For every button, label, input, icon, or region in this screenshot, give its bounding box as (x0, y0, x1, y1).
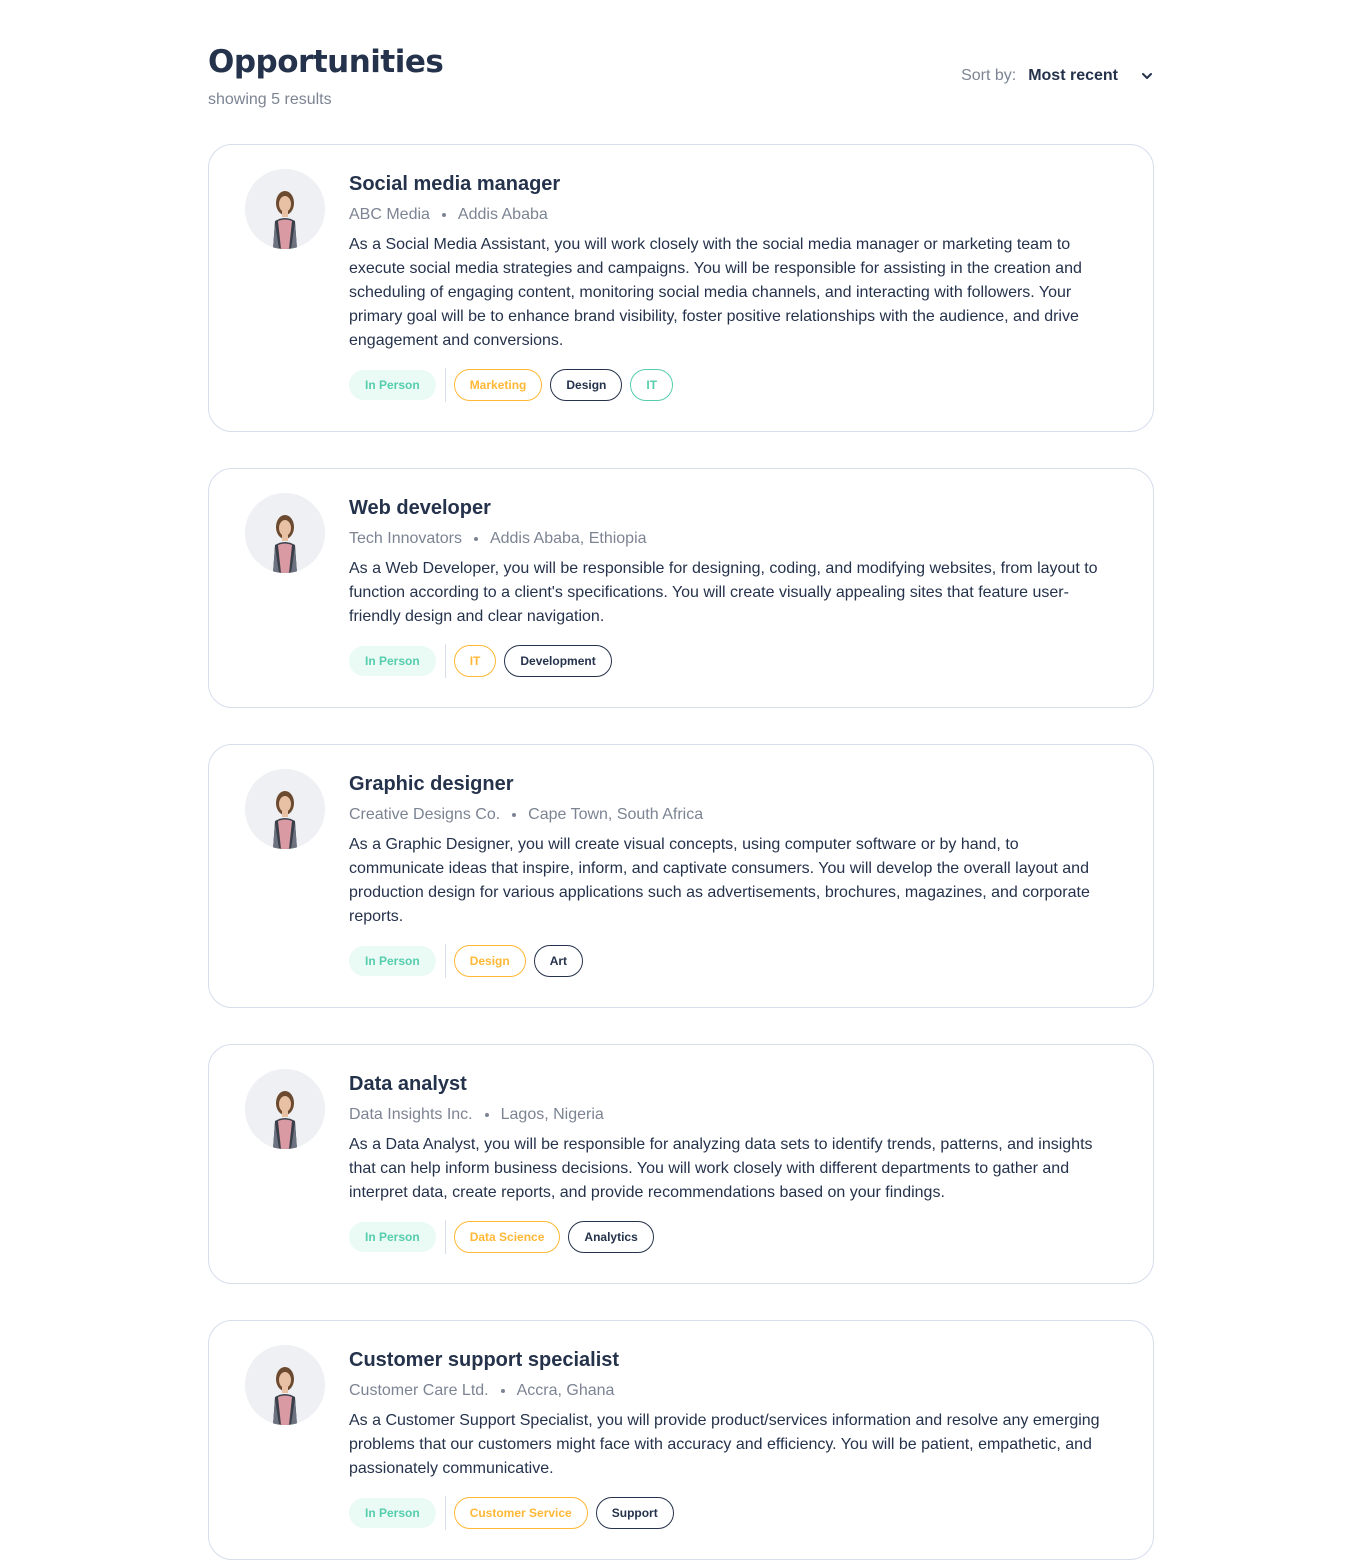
job-location: Lagos, Nigeria (500, 1106, 604, 1123)
sort-label: Sort by: (961, 67, 1017, 84)
work-type-badge: In Person (349, 370, 436, 400)
opportunities-page: Opportunities showing 5 results Sort by:… (208, 0, 1154, 1560)
job-card[interactable]: Customer support specialist Customer Car… (208, 1320, 1154, 1560)
separator-dot (512, 813, 517, 817)
company-name: Customer Care Ltd. (349, 1382, 489, 1399)
company-avatar (245, 1345, 325, 1425)
job-title: Graphic designer (349, 773, 514, 795)
job-tags: In Person Data Science Analytics (349, 1220, 1109, 1254)
job-title: Web developer (349, 497, 491, 519)
category-tag: Data Science (453, 1221, 561, 1253)
company-name: Data Insights Inc. (349, 1106, 473, 1123)
tag-divider (444, 368, 446, 402)
category-tag: IT (453, 645, 497, 677)
job-description: As a Customer Support Specialist, you wi… (349, 1412, 1100, 1477)
category-tag: Marketing (453, 369, 543, 401)
company-avatar (245, 493, 325, 573)
work-type-badge: In Person (349, 1498, 436, 1528)
job-location: Accra, Ghana (516, 1382, 615, 1399)
category-tag: IT (630, 369, 674, 401)
job-description: As a Graphic Designer, you will create v… (349, 836, 1090, 925)
company-avatar (245, 769, 325, 849)
separator-dot (500, 1389, 505, 1393)
job-description: As a Social Media Assistant, you will wo… (349, 236, 1082, 349)
category-tag: Support (595, 1497, 674, 1529)
job-card[interactable]: Social media manager ABC Media Addis Aba… (208, 144, 1154, 432)
category-tag: Design (453, 945, 526, 977)
page-title: Opportunities (208, 44, 444, 80)
category-tag: Development (504, 645, 612, 677)
tag-divider (444, 1496, 446, 1530)
category-tag: Design (550, 369, 623, 401)
job-meta: Data Insights Inc. Lagos, Nigeria (349, 1103, 1109, 1127)
job-description: As a Web Developer, you will be responsi… (349, 560, 1098, 625)
job-meta: ABC Media Addis Ababa (349, 203, 1109, 227)
job-tags: In Person Customer Service Support (349, 1496, 1109, 1530)
chevron-down-icon (1140, 69, 1154, 83)
job-card[interactable]: Graphic designer Creative Designs Co. Ca… (208, 744, 1154, 1008)
sort-dropdown[interactable]: Most recent (1028, 67, 1154, 85)
job-title: Data analyst (349, 1073, 467, 1095)
sort-value: Most recent (1028, 67, 1118, 84)
results-count: showing 5 results (208, 91, 332, 108)
job-meta: Tech Innovators Addis Ababa, Ethiopia (349, 527, 1109, 551)
company-avatar (245, 169, 325, 249)
category-tag: Analytics (568, 1221, 654, 1253)
job-title: Social media manager (349, 173, 561, 195)
job-meta: Creative Designs Co. Cape Town, South Af… (349, 803, 1109, 827)
tag-divider (444, 944, 446, 978)
tag-divider (444, 1220, 446, 1254)
category-tag: Customer Service (453, 1497, 588, 1529)
separator-dot (484, 1113, 489, 1117)
company-name: Creative Designs Co. (349, 806, 501, 823)
company-name: Tech Innovators (349, 530, 462, 547)
job-card[interactable]: Data analyst Data Insights Inc. Lagos, N… (208, 1044, 1154, 1284)
job-tags: In Person Design Art (349, 944, 1109, 978)
job-title: Customer support specialist (349, 1349, 620, 1371)
company-avatar (245, 1069, 325, 1149)
separator-dot (441, 213, 446, 217)
separator-dot (473, 537, 478, 541)
job-location: Cape Town, South Africa (528, 806, 704, 823)
work-type-badge: In Person (349, 1222, 436, 1252)
job-location: Addis Ababa, Ethiopia (489, 530, 647, 547)
category-tag: Art (533, 945, 584, 977)
work-type-badge: In Person (349, 646, 436, 676)
job-meta: Customer Care Ltd. Accra, Ghana (349, 1379, 1109, 1403)
job-description: As a Data Analyst, you will be responsib… (349, 1136, 1093, 1201)
job-tags: In Person Marketing Design IT (349, 368, 1109, 402)
job-tags: In Person IT Development (349, 644, 1109, 678)
work-type-badge: In Person (349, 946, 436, 976)
job-card[interactable]: Web developer Tech Innovators Addis Abab… (208, 468, 1154, 708)
tag-divider (444, 644, 446, 678)
sort-control: Sort by: Most recent (961, 64, 1154, 88)
page-header: Opportunities showing 5 results Sort by:… (208, 0, 1154, 144)
company-name: ABC Media (349, 206, 430, 223)
job-location: Addis Ababa (457, 206, 548, 223)
